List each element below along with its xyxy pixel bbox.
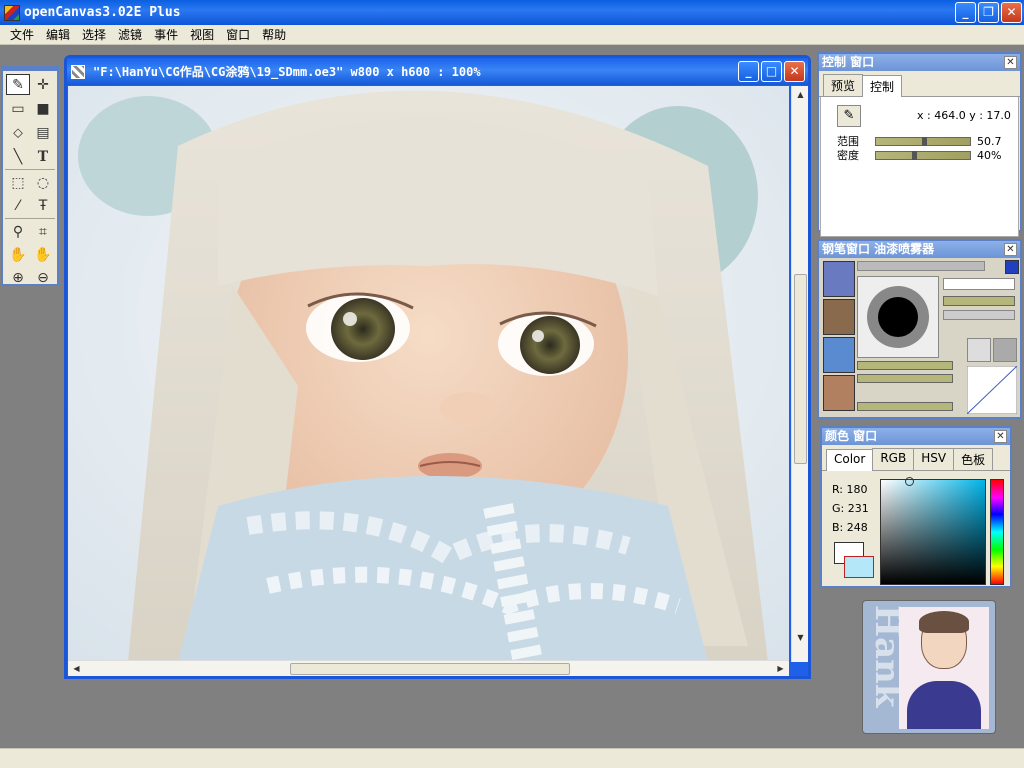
marquee-tool-icon[interactable]: ⬚ (6, 172, 30, 193)
save-brush-icon[interactable] (1005, 260, 1019, 274)
text-select-tool-icon[interactable]: Ŧ (31, 195, 55, 216)
pen-panel: 钢笔窗口 油漆喷雾器 ✕ (817, 239, 1022, 419)
scroll-up-arrow-icon[interactable]: ▲ (793, 87, 808, 102)
app-icon (4, 4, 20, 21)
scroll-right-arrow-icon[interactable]: ▶ (773, 661, 788, 676)
avatar: Hank (862, 600, 996, 734)
color-panel-close-icon[interactable]: ✕ (994, 430, 1007, 443)
tab-control[interactable]: 控制 (862, 75, 903, 97)
menu-view[interactable]: 视图 (184, 26, 220, 43)
restore-button[interactable]: ❐ (978, 2, 999, 23)
horizontal-scrollbar[interactable]: ◀ ▶ (68, 660, 789, 676)
text-tool-icon[interactable]: T (31, 146, 55, 167)
painting-canvas[interactable] (68, 86, 789, 662)
menubar: 文件 编辑 选择 滤镜 事件 视图 窗口 帮助 (0, 25, 1024, 45)
tool-palette: ✎ ✛ ▭ ■ ⬦ ▤ ╲ T ⬚ ◌ ⁄ Ŧ ⚲ ⌗ ✋ ✋ ⊕ ⊖ (1, 66, 59, 286)
menu-help[interactable]: 帮助 (256, 26, 292, 43)
lasso-tool-icon[interactable]: ◌ (31, 172, 55, 193)
menu-file[interactable]: 文件 (4, 26, 40, 43)
pen-slider-1[interactable] (943, 296, 1015, 306)
doc-maximize-button[interactable]: □ (761, 61, 782, 82)
tab-preview[interactable]: 预览 (823, 74, 864, 96)
app-titlebar: openCanvas3.02E Plus _ ❐ ✕ (0, 0, 1024, 25)
pen-tab-strip[interactable] (857, 261, 985, 271)
gradient-tool-icon[interactable]: ▤ (31, 122, 55, 143)
background-color-swatch[interactable] (844, 556, 874, 578)
minimize-button[interactable]: _ (955, 2, 976, 23)
zoom-out-tool-icon[interactable]: ⊖ (31, 267, 55, 288)
texture-icon[interactable] (967, 338, 991, 362)
crop-tool-icon[interactable]: ⌗ (31, 221, 55, 242)
document-title: "F:\HanYu\CG作品\CG涂鸦\19_SDmm.oe3" w800 x … (93, 65, 481, 79)
hand-tool-icon[interactable]: ✋ (6, 244, 30, 265)
green-value: G: 231 (832, 502, 869, 515)
rotate-hand-tool-icon[interactable]: ✋ (31, 244, 55, 265)
density-value: 40% (977, 148, 1002, 162)
brush-preview (857, 276, 939, 358)
rect-select-tool-icon[interactable]: ▭ (6, 98, 30, 119)
status-bar (0, 748, 1024, 768)
cursor-coords: x : 464.0 y : 17.0 (917, 109, 1011, 122)
document-window: "F:\HanYu\CG作品\CG涂鸦\19_SDmm.oe3" w800 x … (64, 55, 811, 679)
color-picker-cursor[interactable] (905, 477, 914, 486)
range-slider[interactable] (875, 136, 971, 146)
control-panel: 控制 窗口 ✕ 预览 控制 ✎ x : 464.0 y : 17.0 范围 50… (817, 52, 1022, 237)
tab-palette[interactable]: 色板 (953, 448, 994, 470)
move-tool-icon[interactable]: ✛ (31, 74, 55, 95)
tab-hsv[interactable]: HSV (913, 448, 955, 470)
menu-event[interactable]: 事件 (148, 26, 184, 43)
painting-image (68, 86, 789, 662)
document-icon (71, 64, 85, 79)
pen-brush-icon[interactable] (823, 261, 855, 297)
pen-slider-4[interactable] (857, 374, 953, 383)
tab-rgb[interactable]: RGB (872, 448, 915, 470)
bucket-tool-icon[interactable]: ⬦ (6, 122, 30, 143)
menu-select[interactable]: 选择 (76, 26, 112, 43)
document-titlebar: "F:\HanYu\CG作品\CG涂鸦\19_SDmm.oe3" w800 x … (67, 58, 808, 85)
range-value: 50.7 (977, 134, 1002, 148)
doc-minimize-button[interactable]: _ (738, 61, 759, 82)
pen-panel-title: 钢笔窗口 油漆喷雾器 (822, 242, 935, 256)
menu-window[interactable]: 窗口 (220, 26, 256, 43)
magic-wand-tool-icon[interactable]: ⁄ (6, 195, 30, 216)
zoom-in-tool-icon[interactable]: ⊕ (6, 267, 30, 288)
vertical-scroll-thumb[interactable] (794, 274, 807, 464)
red-value: R: 180 (832, 483, 868, 496)
app-title: openCanvas3.02E Plus (24, 5, 181, 20)
oil-brush-icon[interactable] (823, 299, 855, 335)
vertical-scrollbar[interactable]: ▲ ▼ (791, 86, 808, 662)
blue-value: B: 248 (832, 521, 868, 534)
scroll-down-arrow-icon[interactable]: ▼ (793, 630, 808, 645)
eyedropper-tool-icon[interactable]: ⚲ (6, 221, 30, 242)
tab-color[interactable]: Color (826, 449, 874, 471)
pen-slider-2[interactable] (943, 310, 1015, 320)
menu-filter[interactable]: 滤镜 (112, 26, 148, 43)
color-panel: 颜色 窗口 ✕ Color RGB HSV 色板 R: 180 G: 231 B… (820, 426, 1012, 588)
saturation-value-picker[interactable] (880, 477, 986, 585)
scroll-left-arrow-icon[interactable]: ◀ (69, 661, 84, 676)
paper-icon[interactable] (993, 338, 1017, 362)
pen-slider-5[interactable] (857, 402, 953, 411)
control-panel-title: 控制 窗口 (822, 55, 875, 69)
pen-tool-icon[interactable]: ✎ (6, 74, 30, 95)
fill-rect-tool-icon[interactable]: ■ (31, 98, 55, 119)
pen-slider-3[interactable] (857, 361, 953, 370)
eraser-brush-icon[interactable] (823, 375, 855, 411)
pen-panel-close-icon[interactable]: ✕ (1004, 243, 1017, 256)
brush-shape-select[interactable] (943, 278, 1015, 290)
density-slider[interactable] (875, 150, 971, 160)
close-button[interactable]: ✕ (1001, 2, 1022, 23)
current-pen-icon[interactable]: ✎ (837, 105, 861, 127)
menu-edit[interactable]: 编辑 (40, 26, 76, 43)
doc-close-button[interactable]: ✕ (784, 61, 805, 82)
hue-slider[interactable] (990, 479, 1004, 585)
horizontal-scroll-thumb[interactable] (290, 663, 570, 675)
line-tool-icon[interactable]: ╲ (6, 146, 30, 167)
water-brush-icon[interactable] (823, 337, 855, 373)
density-label: 密度 (837, 149, 859, 162)
color-panel-title: 颜色 窗口 (825, 429, 878, 443)
control-panel-close-icon[interactable]: ✕ (1004, 56, 1017, 69)
pressure-curve[interactable] (967, 366, 1017, 414)
